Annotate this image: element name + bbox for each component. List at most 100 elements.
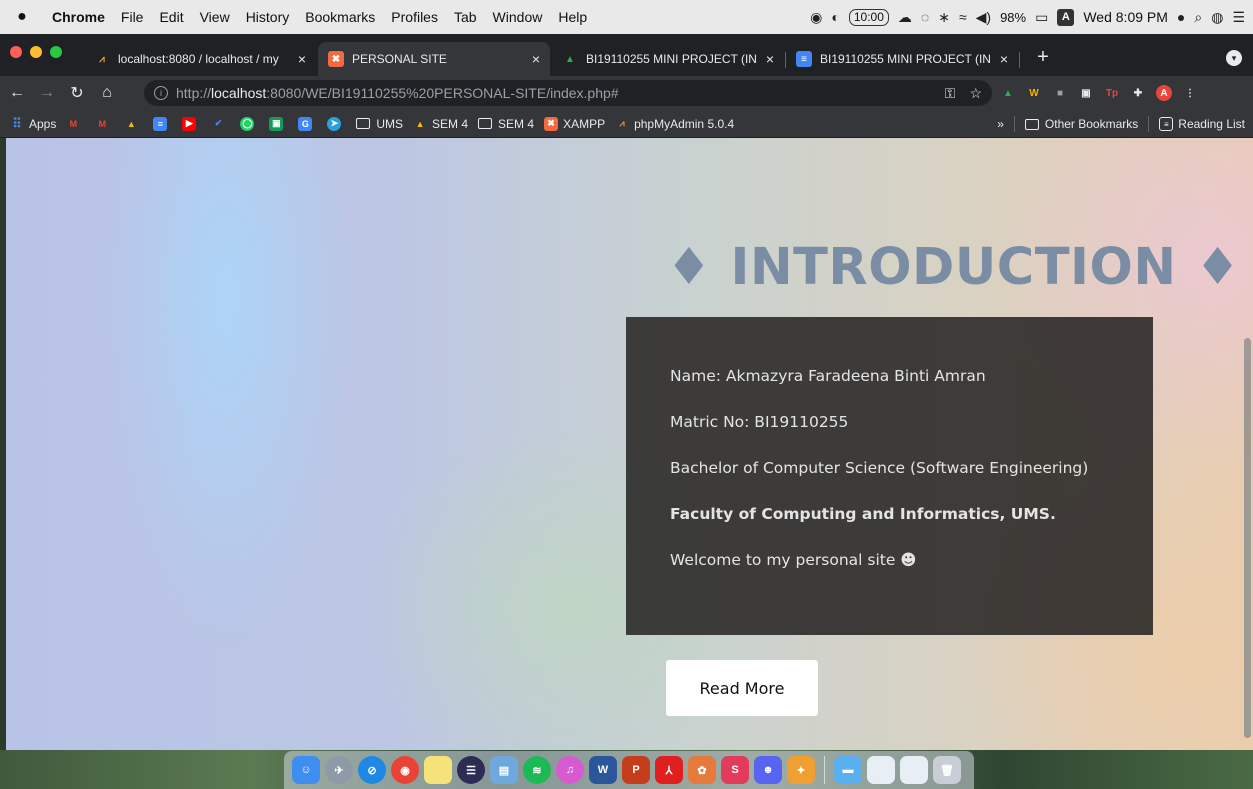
forward-arrow-icon[interactable]: → bbox=[34, 80, 60, 106]
siri-icon[interactable]: ◍ bbox=[1211, 9, 1223, 26]
document-file-icon[interactable] bbox=[900, 756, 928, 784]
game-icon[interactable]: ✿ bbox=[688, 756, 716, 784]
bookmark-folder-ums[interactable]: UMS bbox=[356, 117, 403, 131]
address-bar[interactable]: i http://localhost:8080/WE/BI19110255%20… bbox=[144, 80, 992, 106]
screenshot-file-icon[interactable] bbox=[867, 756, 895, 784]
bookmark-phpmyadmin[interactable]: ⩘ phpMyAdmin 5.0.4 bbox=[615, 117, 735, 131]
cloud-icon[interactable]: ☁ bbox=[898, 9, 912, 26]
bookmark-whatsapp[interactable]: ◯ bbox=[240, 116, 259, 131]
camera-extension-icon[interactable]: ■ bbox=[1052, 85, 1068, 101]
bookmark-telegram[interactable]: ➤ bbox=[327, 116, 346, 131]
close-tab-icon[interactable]: × bbox=[298, 51, 306, 67]
menu-file[interactable]: File bbox=[113, 9, 152, 25]
safari-icon[interactable]: ⊘ bbox=[358, 756, 386, 784]
tp-extension-icon[interactable]: Tp bbox=[1104, 85, 1120, 101]
w-extension-icon[interactable]: W bbox=[1026, 85, 1042, 101]
powerpoint-icon[interactable]: P bbox=[622, 756, 650, 784]
tab-search-icon[interactable]: ▾ bbox=[1226, 50, 1242, 66]
window-minimize-button[interactable] bbox=[30, 46, 42, 58]
tab-personal-site[interactable]: ✖ PERSONAL SITE × bbox=[318, 42, 550, 76]
preview-icon[interactable]: ▤ bbox=[490, 756, 518, 784]
other-bookmarks[interactable]: Other Bookmarks bbox=[1024, 117, 1138, 131]
launchpad-icon[interactable]: ✈ bbox=[325, 756, 353, 784]
bookmark-star-icon[interactable]: ☆ bbox=[969, 85, 982, 102]
close-tab-icon[interactable]: × bbox=[766, 51, 774, 67]
bookmark-gmail-2[interactable]: M bbox=[95, 117, 114, 131]
app-status-icon[interactable]: ◐ bbox=[831, 9, 839, 25]
page-scrollbar[interactable] bbox=[1243, 138, 1253, 750]
volume-icon[interactable]: ◀) bbox=[976, 9, 991, 26]
bookmark-folder-sem4[interactable]: SEM 4 bbox=[478, 117, 534, 131]
youtube-icon: ▶ bbox=[182, 116, 197, 131]
key-icon[interactable]: ⚿ bbox=[945, 85, 956, 102]
more-bookmarks-chevron[interactable]: » bbox=[997, 117, 1004, 131]
music-icon[interactable]: ♫ bbox=[556, 756, 584, 784]
bluetooth-icon[interactable]: ∗ bbox=[938, 9, 950, 26]
macos-menu-bar: ● Chrome File Edit View History Bookmark… bbox=[0, 0, 1253, 34]
tab-drive-project[interactable]: ▲ BI19110255 MINI PROJECT (IN × bbox=[552, 42, 784, 76]
bookmark-tasks[interactable]: ✔ bbox=[211, 117, 230, 131]
menu-tab[interactable]: Tab bbox=[446, 9, 485, 25]
trash-icon[interactable]: 🗑 bbox=[933, 756, 961, 784]
battery-icon[interactable]: ▭ bbox=[1035, 9, 1048, 26]
menu-view[interactable]: View bbox=[192, 9, 238, 25]
bookmark-drive[interactable]: ▲ bbox=[124, 117, 143, 131]
finder-icon[interactable]: ☺ bbox=[292, 756, 320, 784]
reload-icon[interactable]: ↻ bbox=[64, 80, 90, 106]
drive-extension-icon[interactable]: ▲ bbox=[1000, 85, 1016, 101]
bookmark-youtube[interactable]: ▶ bbox=[182, 116, 201, 131]
menu-window[interactable]: Window bbox=[485, 9, 551, 25]
menu-help[interactable]: Help bbox=[550, 9, 595, 25]
bookmark-docs[interactable]: ≡ bbox=[153, 116, 172, 131]
profile-avatar-icon[interactable]: A bbox=[1156, 85, 1172, 101]
eclipse-icon[interactable]: ☰ bbox=[457, 756, 485, 784]
read-more-button[interactable]: Read More bbox=[666, 660, 818, 716]
tab-docs-project[interactable]: ≡ BI19110255 MINI PROJECT (IN × bbox=[786, 42, 1018, 76]
folder-icon[interactable]: ▬ bbox=[834, 756, 862, 784]
scrollbar-thumb[interactable] bbox=[1244, 338, 1251, 738]
control-center-icon[interactable]: ☰ bbox=[1232, 9, 1245, 26]
apple-menu-icon[interactable]: ● bbox=[0, 8, 44, 26]
discord-icon[interactable]: ☻ bbox=[754, 756, 782, 784]
menu-profiles[interactable]: Profiles bbox=[383, 9, 446, 25]
bookmark-apps[interactable]: ⠿ Apps bbox=[10, 116, 56, 131]
sublime-icon[interactable]: S bbox=[721, 756, 749, 784]
timer-badge[interactable]: 10:00 bbox=[848, 8, 889, 26]
close-tab-icon[interactable]: × bbox=[532, 51, 540, 67]
beats-icon[interactable]: ◉ bbox=[810, 9, 822, 26]
menu-history[interactable]: History bbox=[238, 9, 298, 25]
puzzle-extensions-icon[interactable]: ✚ bbox=[1130, 85, 1146, 101]
bookmark-translate[interactable]: G bbox=[298, 116, 317, 131]
chrome-menu-icon[interactable]: ⋮ bbox=[1182, 85, 1198, 101]
bookmark-xampp[interactable]: ✖ XAMPP bbox=[544, 116, 605, 131]
menu-chrome[interactable]: Chrome bbox=[44, 9, 113, 25]
notes-icon[interactable] bbox=[424, 756, 452, 784]
chrome-icon[interactable]: ◉ bbox=[391, 756, 419, 784]
spotify-icon[interactable]: ≋ bbox=[523, 756, 551, 784]
menu-bookmarks[interactable]: Bookmarks bbox=[297, 9, 383, 25]
menubar-datetime[interactable]: Wed 8:09 PM bbox=[1083, 9, 1168, 25]
reading-list[interactable]: ≡ Reading List bbox=[1159, 117, 1245, 131]
user-icon[interactable]: ● bbox=[1177, 9, 1185, 25]
acrobat-icon[interactable]: ⅄ bbox=[655, 756, 683, 784]
window-close-button[interactable] bbox=[10, 46, 22, 58]
store-icon[interactable]: ✦ bbox=[787, 756, 815, 784]
window-zoom-button[interactable] bbox=[50, 46, 62, 58]
input-source-badge[interactable]: A bbox=[1057, 8, 1075, 26]
site-info-icon[interactable]: i bbox=[154, 86, 168, 100]
home-icon[interactable]: ⌂ bbox=[94, 80, 120, 106]
new-tab-button[interactable]: + bbox=[1028, 42, 1058, 72]
tab-phpmyadmin[interactable]: ⩘ localhost:8080 / localhost / my × bbox=[84, 42, 316, 76]
wifi-icon[interactable]: ≈ bbox=[959, 9, 967, 25]
bookmark-gmail-1[interactable]: M bbox=[66, 117, 85, 131]
menu-edit[interactable]: Edit bbox=[151, 9, 191, 25]
bookmark-classroom[interactable]: ▣ bbox=[269, 116, 288, 131]
back-arrow-icon[interactable]: ← bbox=[4, 80, 30, 106]
bookmark-drive-sem4[interactable]: ▲ SEM 4 bbox=[413, 117, 468, 131]
word-icon[interactable]: W bbox=[589, 756, 617, 784]
close-tab-icon[interactable]: × bbox=[1000, 51, 1008, 67]
battery-percent[interactable]: 98% bbox=[1000, 10, 1026, 25]
spotlight-icon[interactable]: ⌕ bbox=[1194, 9, 1202, 26]
spiral-icon[interactable]: ◌ bbox=[921, 9, 929, 25]
window-extension-icon[interactable]: ▣ bbox=[1078, 85, 1094, 101]
